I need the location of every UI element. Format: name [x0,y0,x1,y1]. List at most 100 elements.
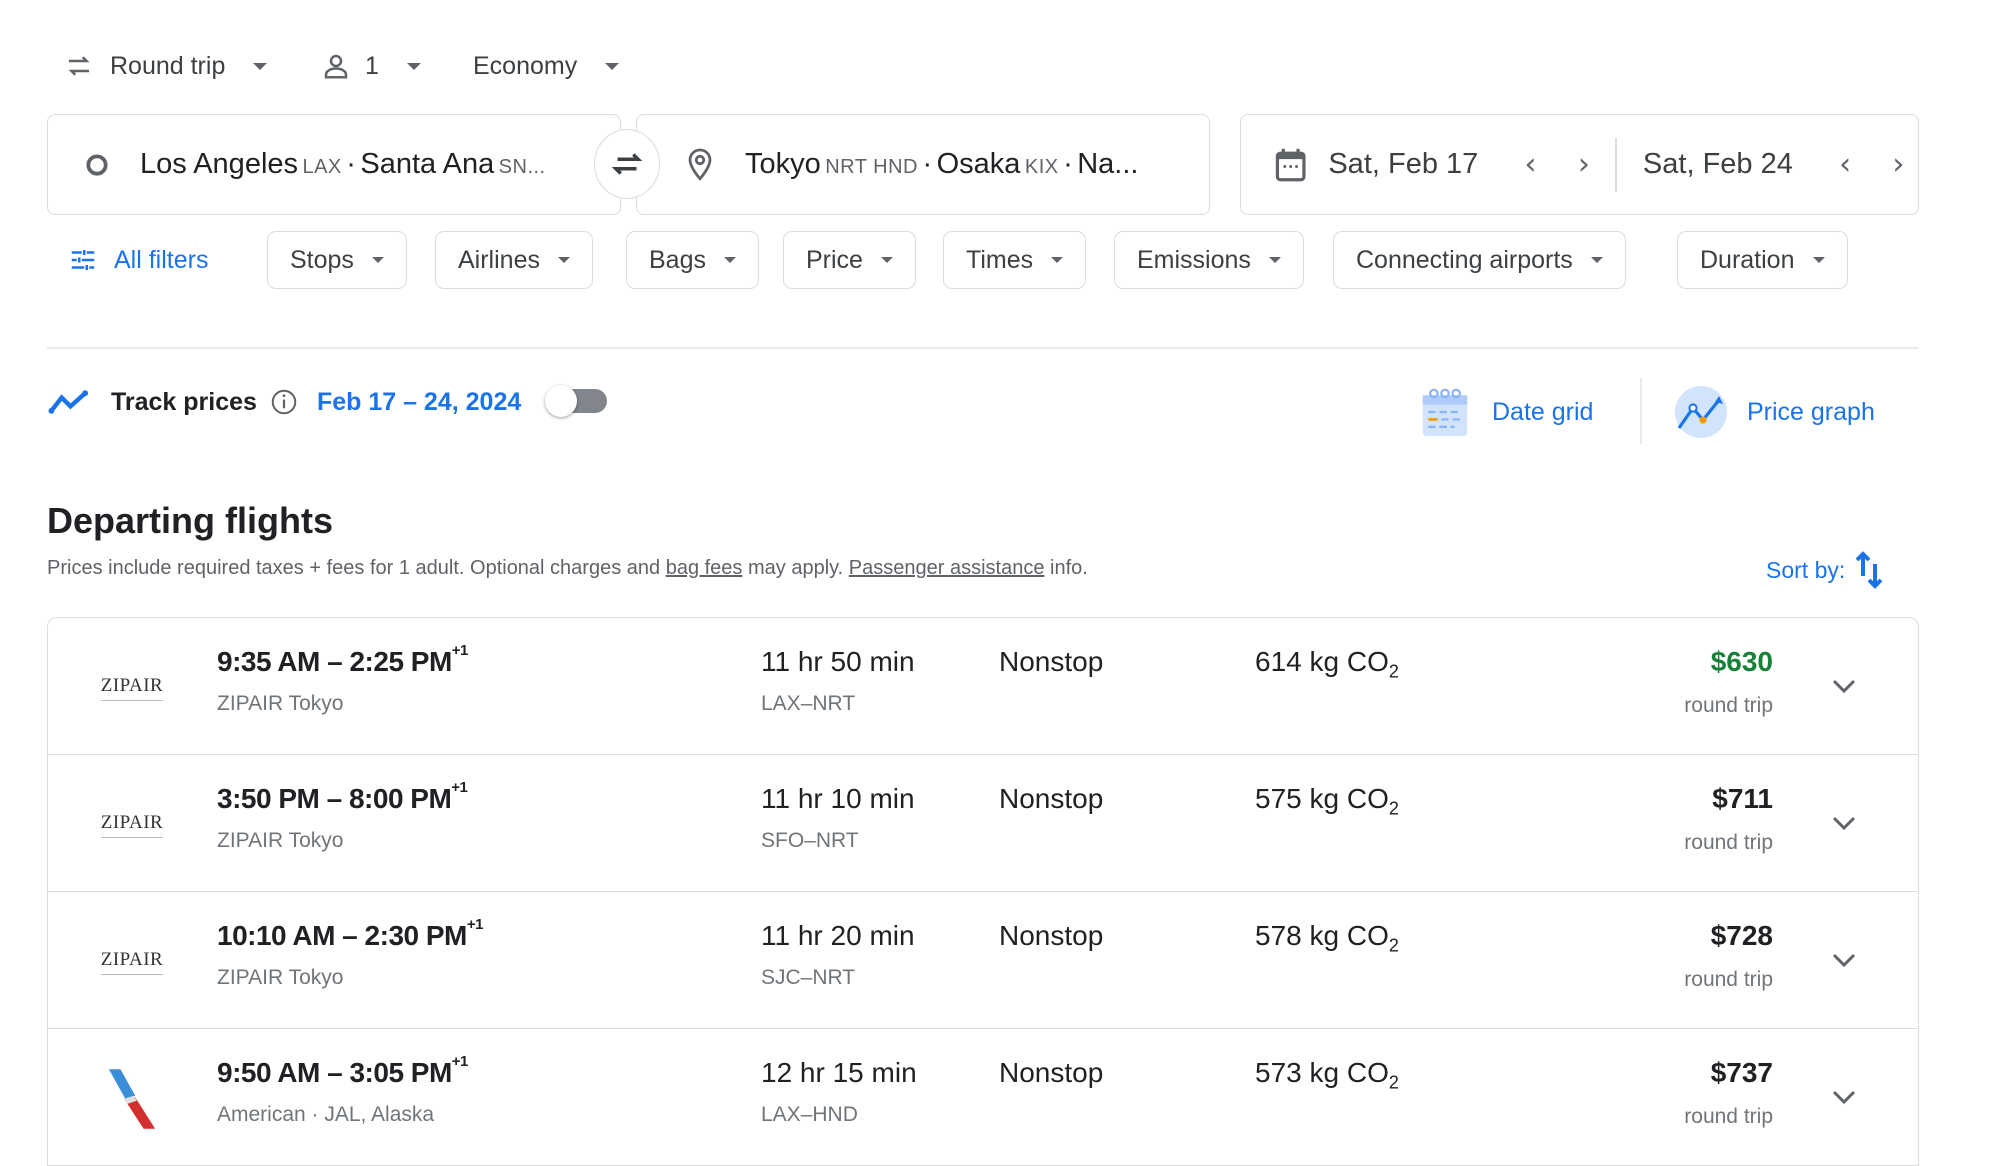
american-airlines-logo-icon [108,1069,156,1129]
expand-details-button[interactable] [1820,662,1868,710]
date-range-field: Sat, Feb 17 ‹ › Sat, Feb 24 ‹ › [1240,114,1919,215]
chevron-down-icon [1268,257,1281,263]
track-dates: Feb 17 – 24, 2024 [316,387,522,416]
airline-logo: ZIPAIR [92,785,172,865]
chevron-down-icon [253,62,268,70]
flight-stops: Nonstop [999,783,1104,814]
arrive-time: 2:25 PM [349,646,452,677]
price-graph-icon [1675,386,1727,438]
day-offset: +1 [451,1053,469,1070]
zipair-logo-text: ZIPAIR [100,949,164,975]
return-date[interactable]: Sat, Feb 24 [1643,148,1826,181]
swap-locations-button[interactable] [594,129,660,199]
price-graph-button[interactable]: Price graph [1673,384,1875,440]
chevron-down-icon [1590,257,1603,263]
calendar-icon [1275,148,1306,181]
chip-label: Emissions [1137,245,1251,274]
emissions-value: 573 kg CO [1255,1057,1389,1088]
date-grid-icon [1422,388,1468,437]
trip-type-select[interactable]: Round trip [62,44,268,88]
filter-connecting-airports[interactable]: Connecting airports [1333,231,1626,289]
origin-field[interactable]: Los Angeles LAX · Santa Ana SN... [47,114,621,215]
return-next-day-button[interactable]: › [1879,147,1918,182]
destination-field[interactable]: Tokyo NRT HND · Osaka KIX · Na... [636,114,1210,215]
flight-list: ZIPAIR 9:35 AM – 2:25 PM+1 ZIPAIR Tokyo … [47,617,1919,1166]
destination-city-3: Na... [1077,148,1139,180]
filter-duration[interactable]: Duration [1677,231,1848,289]
depart-time: 9:50 AM [217,1057,320,1088]
chip-label: Times [966,245,1034,274]
chevron-down-icon [723,257,736,263]
flight-route: LAX–HND [761,1103,858,1126]
sort-arrows-icon [1855,551,1883,589]
all-filters-button[interactable]: All filters [68,240,208,280]
flight-duration: 11 hr 50 min [761,646,915,677]
filter-bags[interactable]: Bags [626,231,759,289]
origin-city: Los Angeles [140,148,299,180]
price-type: round trip [1684,1105,1773,1128]
tune-sliders-icon [71,250,95,270]
airline-name: ZIPAIR Tokyo [217,829,344,852]
note-text: Prices include required taxes + fees for… [47,557,666,579]
flight-stops: Nonstop [999,920,1104,951]
note-text: may apply. [742,557,849,579]
flight-route: SFO–NRT [761,829,859,852]
price-type: round trip [1684,694,1773,717]
cabin-class-select[interactable]: Economy [473,44,620,88]
view-divider [1640,378,1642,444]
flight-price: $728 [1710,920,1773,951]
separator: · [922,148,933,180]
flight-times: 9:50 AM – 3:05 PM+1 [217,1053,468,1088]
filter-price[interactable]: Price [783,231,916,289]
emissions-subscript: 2 [1388,798,1399,819]
all-filters-label: All filters [114,245,209,274]
chevron-down-icon [880,257,893,263]
filter-stops[interactable]: Stops [267,231,407,289]
chevron-down-icon [605,62,620,70]
chip-label: Connecting airports [1356,245,1573,274]
cabin-class-label: Economy [473,51,578,80]
origin-circle-icon [86,153,108,176]
price-type: round trip [1684,831,1773,854]
flight-times: 10:10 AM – 2:30 PM+1 [217,916,483,951]
trip-type-label: Round trip [110,51,226,80]
flight-price: $630 [1710,646,1773,677]
depart-date[interactable]: Sat, Feb 17 [1328,148,1511,181]
flight-duration: 11 hr 10 min [761,783,915,814]
filter-emissions[interactable]: Emissions [1114,231,1304,289]
depart-next-day-button[interactable]: › [1564,147,1603,182]
expand-details-button[interactable] [1820,936,1868,984]
origin-code-2: SN... [498,156,546,178]
destination-city: Tokyo [745,148,821,180]
expand-details-button[interactable] [1820,799,1868,847]
sort-by-label: Sort by: [1766,556,1846,583]
sort-by-button[interactable]: Sort by: [1766,550,1885,590]
info-icon[interactable] [269,387,299,417]
flight-row[interactable]: 9:50 AM – 3:05 PM+1 American · JAL, Alas… [48,1029,1918,1166]
bag-fees-link[interactable]: bag fees [666,557,743,579]
track-prices-toggle[interactable] [543,385,608,419]
airline-logo [92,1059,172,1139]
airline-name: ZIPAIR Tokyo [217,966,344,989]
return-prev-day-button[interactable]: ‹ [1826,147,1865,182]
date-grid-button[interactable]: Date grid [1420,384,1593,440]
depart-time: 10:10 AM [217,920,335,951]
filter-times[interactable]: Times [943,231,1087,289]
filter-airlines[interactable]: Airlines [435,231,593,289]
flight-stops: Nonstop [999,1057,1104,1088]
passenger-count: 1 [365,51,379,80]
passenger-assistance-link[interactable]: Passenger assistance [849,557,1045,579]
expand-details-button[interactable] [1820,1073,1868,1121]
emissions: 573 kg CO2 [1255,1057,1399,1094]
flight-row[interactable]: ZIPAIR 10:10 AM – 2:30 PM+1 ZIPAIR Tokyo… [48,892,1918,1029]
emissions: 614 kg CO2 [1255,646,1399,683]
depart-prev-day-button[interactable]: ‹ [1511,147,1550,182]
flight-row[interactable]: ZIPAIR 9:35 AM – 2:25 PM+1 ZIPAIR Tokyo … [48,618,1918,755]
flight-duration: 12 hr 15 min [761,1057,917,1088]
day-offset: +1 [451,779,468,796]
separator: · [346,148,356,180]
emissions-value: 575 kg CO [1255,783,1389,814]
toggle-knob [545,385,578,417]
flight-row[interactable]: ZIPAIR 3:50 PM – 8:00 PM+1 ZIPAIR Tokyo … [48,755,1918,892]
passengers-select[interactable]: 1 [321,44,421,88]
